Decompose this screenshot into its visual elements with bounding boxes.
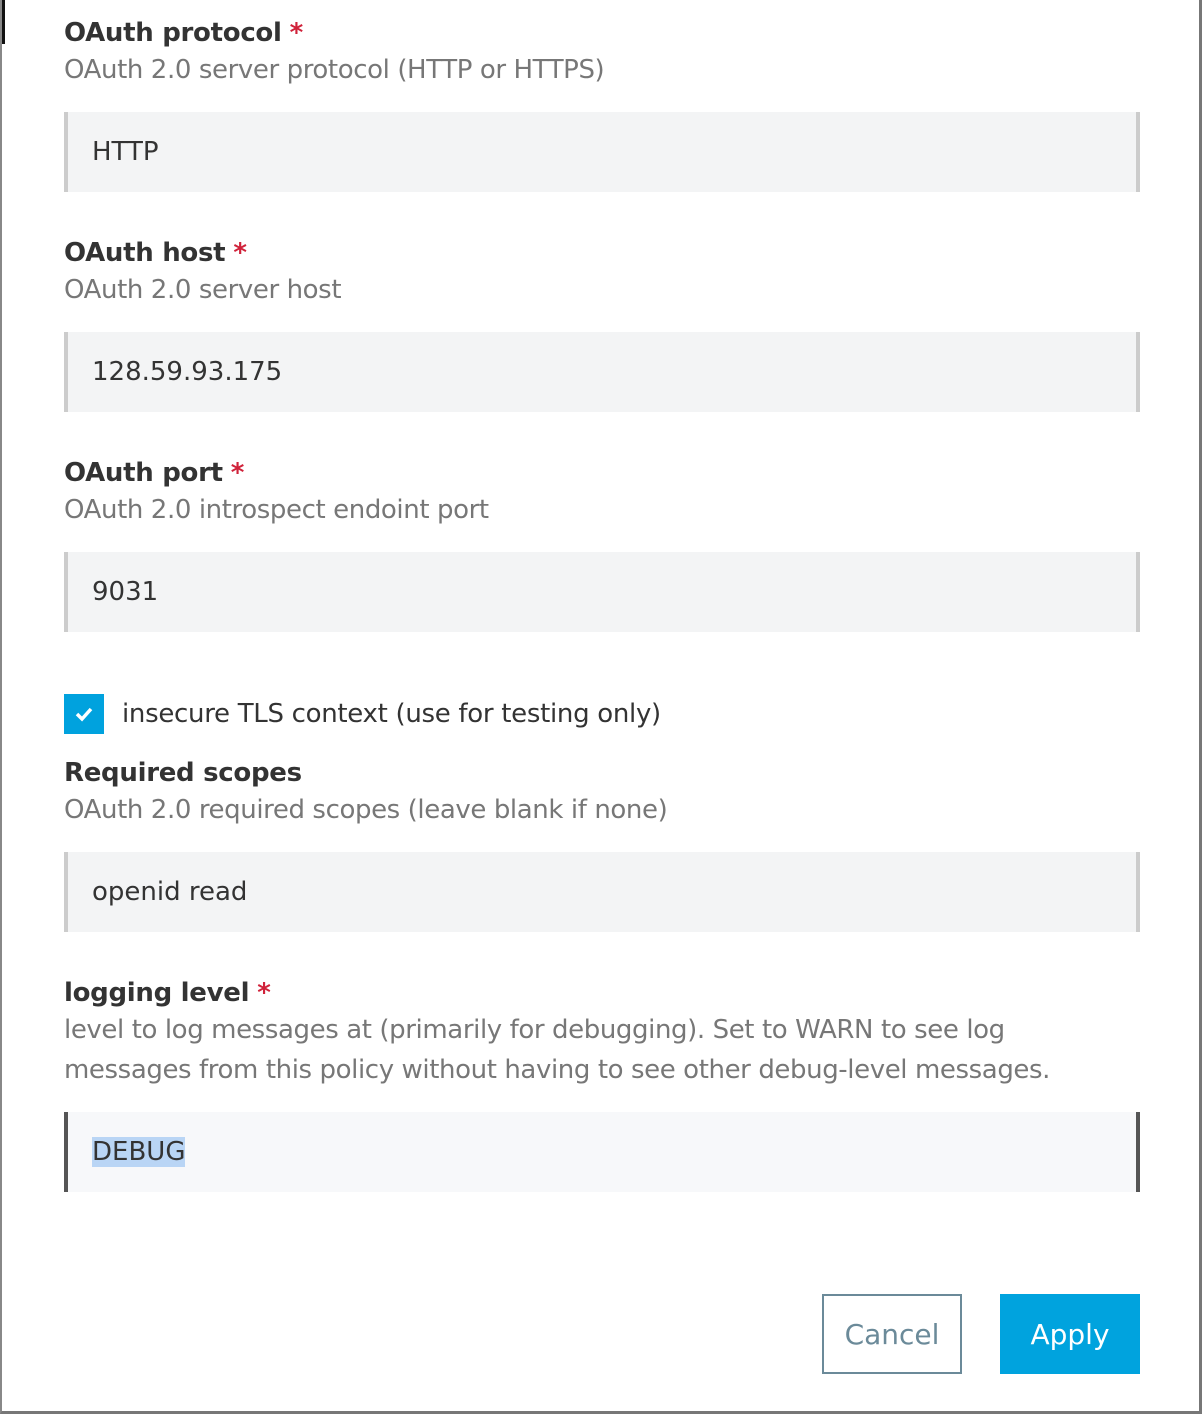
field-label: OAuth protocol <box>64 18 282 48</box>
field-label: Required scopes <box>64 758 302 788</box>
field-help: OAuth 2.0 server protocol (HTTP or HTTPS… <box>64 55 605 85</box>
field-help: level to log messages at (primarily for … <box>64 1015 1051 1085</box>
insecure-tls-option[interactable]: insecure TLS context (use for testing on… <box>64 694 661 734</box>
oauth-port-input[interactable]: 9031 <box>64 552 1140 632</box>
logging-level-input[interactable]: DEBUG <box>64 1112 1140 1192</box>
field-help: OAuth 2.0 introspect endoint port <box>64 495 489 525</box>
apply-button[interactable]: Apply <box>1000 1294 1140 1374</box>
cancel-button[interactable]: Cancel <box>822 1294 962 1374</box>
field-help: OAuth 2.0 required scopes (leave blank i… <box>64 795 668 825</box>
checkmark-icon <box>75 707 93 722</box>
field-logging-level: logging level * level to log messages at … <box>64 976 1140 1192</box>
window-edge <box>2 0 5 44</box>
field-help: OAuth 2.0 server host <box>64 275 342 305</box>
field-oauth-host: OAuth host * OAuth 2.0 server host 128.59… <box>64 236 1140 412</box>
oauth-host-input[interactable]: 128.59.93.175 <box>64 332 1140 412</box>
required-scopes-input[interactable]: openid read <box>64 852 1140 932</box>
oauth-settings-dialog: OAuth protocol * OAuth 2.0 server protoco… <box>0 0 1202 1414</box>
field-label: OAuth port <box>64 458 223 488</box>
checkbox-label: insecure TLS context (use for testing on… <box>122 699 661 729</box>
field-label: OAuth host <box>64 238 226 268</box>
required-marker: * <box>289 18 304 48</box>
selected-text: DEBUG <box>92 1137 186 1167</box>
oauth-protocol-input[interactable]: HTTP <box>64 112 1140 192</box>
insecure-tls-checkbox[interactable] <box>64 694 104 734</box>
required-marker: * <box>257 978 271 1008</box>
field-oauth-port: OAuth port * OAuth 2.0 introspect endoint… <box>64 456 1140 632</box>
field-oauth-protocol: OAuth protocol * OAuth 2.0 server protoco… <box>64 16 1140 192</box>
field-label: logging level <box>64 978 250 1008</box>
required-marker: * <box>233 238 247 268</box>
field-required-scopes: Required scopes OAuth 2.0 required scope… <box>64 756 1140 932</box>
required-marker: * <box>230 458 245 488</box>
